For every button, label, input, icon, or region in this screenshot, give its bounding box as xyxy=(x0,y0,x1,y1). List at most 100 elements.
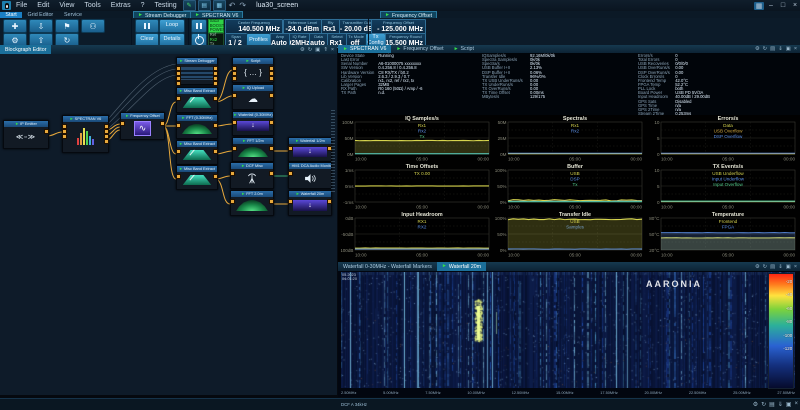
node-fft-12m[interactable]: ►FFT 1/2m xyxy=(232,137,274,162)
spectran-panel-icon-2[interactable]: ▤ xyxy=(770,46,775,52)
node-extract-b[interactable]: ►Misc Band Extract xyxy=(176,140,218,165)
waterfall-icon-5[interactable]: × xyxy=(794,264,797,270)
svg-text:05:00: 05:00 xyxy=(722,253,734,258)
chart-tx-events-s[interactable]: 105010:0005:0000:00TX Events/sUSB Underf… xyxy=(647,163,798,211)
ribbon-icon-3[interactable]: ⚇ xyxy=(81,19,105,33)
node-wf-030[interactable]: ►Waterfall (0-30MHz)↓ xyxy=(232,111,274,136)
freq-tick: 15.00MHz xyxy=(556,391,574,395)
waterfall-display[interactable]: 05.2023 04:01:20 AARONIA -20-40-60-80-10… xyxy=(338,271,800,397)
node-freq-offset[interactable]: ►Frequency Offset∿ xyxy=(120,112,165,140)
node-wf-12m[interactable]: ►Waterfall 1/2m↓ xyxy=(288,137,332,162)
node-title: Misc Band Extract xyxy=(184,142,215,146)
node-extract-a[interactable]: ►Misc Band Extract xyxy=(176,87,218,113)
node-extract-c[interactable]: ►Misc Band Extract xyxy=(176,165,218,190)
minimize-button[interactable]: – xyxy=(766,2,776,10)
menu-item-tools[interactable]: Tools xyxy=(79,2,105,9)
debugger-loop-button[interactable]: Loop xyxy=(159,19,185,33)
node-dcf-misc[interactable]: ►DCF Misc xyxy=(230,162,274,189)
panel-tab-spectran-v6[interactable]: ►SPECTRAN V6 xyxy=(338,45,391,53)
spectran-pause-button[interactable] xyxy=(191,19,207,33)
field-center-frequency[interactable]: Center Frequency140.500 MHz xyxy=(225,19,283,34)
panel-tab-frequency-offset[interactable]: ►Frequency Offset xyxy=(391,45,448,53)
waterfall-canvas[interactable] xyxy=(341,272,795,388)
menu-item-file[interactable]: File xyxy=(11,2,32,9)
ribbon-tab-start[interactable]: Start xyxy=(0,12,22,18)
node-spectran-v6[interactable]: ►SPECTRAN V6 xyxy=(62,115,109,153)
node-iq-upload[interactable]: ►IQ Upload☁ xyxy=(232,84,274,110)
taskbar-icon-2[interactable]: ▤ xyxy=(769,401,775,408)
waterfall-tab-2[interactable]: ►Waterfall 20m xyxy=(437,262,486,271)
blockgraph-icon-0[interactable]: ⚙ xyxy=(300,47,305,53)
svg-text:10:00: 10:00 xyxy=(508,253,520,258)
chart-errors-s[interactable]: 105010:0005:0000:00Errors/sDataUSB Overf… xyxy=(647,115,798,163)
chart-temperature[interactable]: 80°C50°C20°C10:0005:0000:00TemperatureFr… xyxy=(647,211,798,259)
taskbar-icon-1[interactable]: ↻ xyxy=(761,401,766,408)
list-icon[interactable]: ▤ xyxy=(198,0,211,11)
node-script[interactable]: ►Script{ … } xyxy=(232,57,274,83)
node-fft-20m[interactable]: ►FFT 2.0m xyxy=(230,190,274,216)
node-ip-emitter[interactable]: ►IP Emitter≪▫≫ xyxy=(3,120,49,149)
chart-iq-samples-s[interactable]: 100M50M0M10:0005:0000:00IQ Samples/sRx1R… xyxy=(341,115,492,163)
menu-item-extras[interactable]: Extras xyxy=(106,2,136,9)
blockgraph-title-tab[interactable]: Blockgraph Editor xyxy=(0,45,51,54)
menu-item-?[interactable]: ? xyxy=(136,2,150,9)
redo-icon[interactable]: ↷ xyxy=(239,1,246,10)
node-fft-030[interactable]: ►FFT (0-30MHz) xyxy=(176,114,218,139)
maximize-button[interactable]: □ xyxy=(778,2,788,10)
field-frequency-offset[interactable]: Frequency Offset- 125.000 MHz xyxy=(371,19,426,34)
taskbar-icon-5[interactable]: × xyxy=(794,401,798,408)
blockgraph-icon-1[interactable]: ↻ xyxy=(308,47,313,53)
menu-item-view[interactable]: View xyxy=(54,2,79,9)
svg-text:0: 0 xyxy=(657,200,660,205)
blockgraph-canvas[interactable]: ►IP Emitter≪▫≫ ►SPECTRAN V6 ►Frequency Off… xyxy=(0,54,337,395)
svg-text:10:00: 10:00 xyxy=(355,205,367,210)
chart-input-headroom[interactable]: 0dB-50dB-100dB10:0005:0000:00Input Headr… xyxy=(341,211,492,259)
blockgraph-icon-2[interactable]: ▣ xyxy=(315,47,320,53)
ribbon-tab-grid-editor[interactable]: Grid Editor xyxy=(22,12,58,18)
panel-tab-script[interactable]: ►Script xyxy=(449,45,479,53)
ribbon-tab-service[interactable]: Service xyxy=(59,12,88,18)
svg-text:RX2: RX2 xyxy=(418,224,427,229)
menu-item-edit[interactable]: Edit xyxy=(32,2,54,9)
spectran-panel-icon-5[interactable]: × xyxy=(794,46,797,52)
ribbon-icon-2[interactable]: ⚑ xyxy=(55,19,79,33)
svg-text:-50dB: -50dB xyxy=(341,232,353,237)
close-button[interactable]: × xyxy=(790,2,800,10)
node-stream-debugger[interactable]: ►Stream Debugger xyxy=(176,57,218,85)
waterfall-icon-3[interactable]: ⇓ xyxy=(778,264,783,270)
chart-spectra-s[interactable]: 50M25M0M10:0005:0000:00Spectra/sRx1Rx2 xyxy=(494,115,645,163)
undo-icon[interactable]: ↶ xyxy=(229,1,236,10)
chart-time-offsets[interactable]: 1ms0ms-1ms10:0005:0000:00Time OffsetsTX … xyxy=(341,163,492,211)
taskbar-icon-4[interactable]: ▣ xyxy=(786,401,792,408)
spectran-panel-icon-0[interactable]: ⚙ xyxy=(755,46,760,52)
menu-item-testing[interactable]: Testing xyxy=(149,2,181,9)
taskbar-icon-0[interactable]: ⚙ xyxy=(753,401,758,408)
node-audio-monitor[interactable]: ►HM1 DCA Audio Monitor xyxy=(288,162,332,189)
waterfall-icon-0[interactable]: ⚙ xyxy=(755,264,760,270)
blockgraph-icon-3[interactable]: ⇑ xyxy=(323,47,328,53)
waterfall-icon-1[interactable]: ↻ xyxy=(763,264,768,270)
waterfall-icon-4[interactable]: ▣ xyxy=(786,264,791,270)
spectran-panel-icon-1[interactable]: ↻ xyxy=(763,46,768,52)
waterfall-header-icons: ⚙↻▤⇓▣× xyxy=(755,264,800,270)
ribbon-icon-1[interactable]: ⇩ xyxy=(29,19,53,33)
blockgraph-icon-4[interactable]: × xyxy=(331,47,334,53)
waterfall-tab-1[interactable]: Waterfall 0-30MHz - Waterfall Markers xyxy=(338,262,437,271)
chart-buffer[interactable]: 100%50%0%10:0005:0000:00BufferUSBDSPTx xyxy=(494,163,645,211)
waterfall-icon-2[interactable]: ▤ xyxy=(770,264,775,270)
ribbon-icon-0[interactable]: ✚ xyxy=(3,19,27,33)
chart-transfer-idle[interactable]: 100%50%0%10:0005:0000:00Transfer IdleUSB… xyxy=(494,211,645,259)
grid-icon[interactable]: ▦ xyxy=(213,0,226,11)
node-wf-20m[interactable]: ►Waterfall 20m↓ xyxy=(288,190,332,216)
spectran-panel-icon-4[interactable]: ▣ xyxy=(786,46,791,52)
field-reference-level[interactable]: Reference Level-24.0 dBm xyxy=(283,19,322,34)
debugger-pause-button[interactable] xyxy=(135,19,159,33)
freq-tick: 12.50MHz xyxy=(512,391,530,395)
taskbar-tab-0[interactable]: DCF A 34kHz xyxy=(341,402,367,407)
panel-toggle-button[interactable]: ▦ xyxy=(754,2,764,10)
pencil-icon[interactable]: ✎ xyxy=(183,0,196,11)
node-title: Stream Debugger xyxy=(184,59,214,63)
taskbar-icon-3[interactable]: ⇓ xyxy=(778,401,783,408)
field-rly[interactable]: RlyRx1 xyxy=(321,19,340,34)
spectran-panel-icon-3[interactable]: ⇓ xyxy=(778,46,783,52)
